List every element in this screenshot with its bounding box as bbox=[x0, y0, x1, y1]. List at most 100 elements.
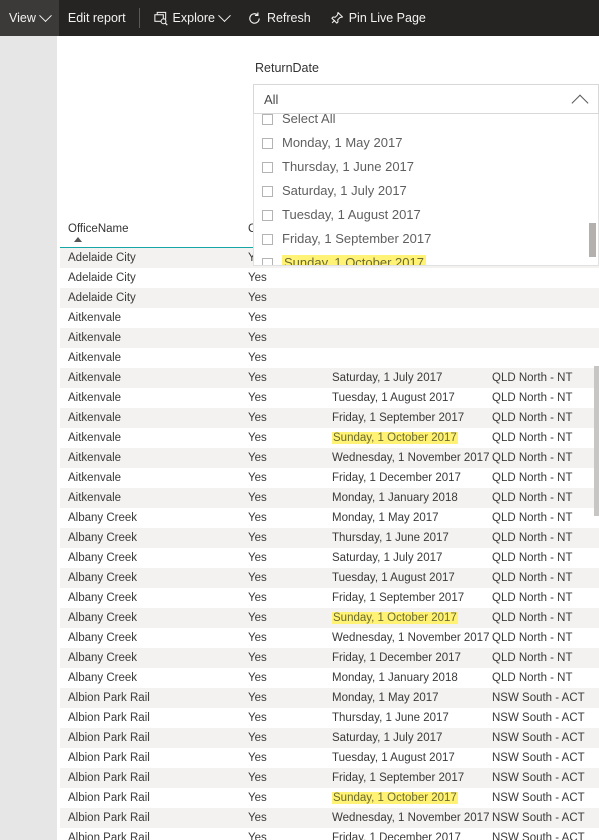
table-row[interactable]: Albany Creek Yes Sunday, 1 October 2017 QLD… bbox=[60, 608, 599, 628]
cell-returndate: Sunday, 1 October 2017 bbox=[332, 612, 458, 624]
cell-flag: Yes bbox=[248, 552, 267, 564]
cell-flag: Yes bbox=[248, 532, 267, 544]
top-toolbar: View Edit report Explore Refresh Pin Liv… bbox=[0, 0, 599, 36]
table-row[interactable]: Aitkenvale Yes Friday, 1 December 2017 QLD … bbox=[60, 468, 599, 488]
cell-returndate: Friday, 1 September 2017 bbox=[332, 412, 465, 424]
slicer-option[interactable]: Thursday, 1 June 2017 bbox=[254, 155, 598, 179]
cell-flag: Yes bbox=[248, 612, 267, 624]
cell-flag: Yes bbox=[248, 832, 267, 840]
cell-returndate: Saturday, 1 July 2017 bbox=[332, 372, 443, 384]
view-menu[interactable]: View bbox=[0, 0, 59, 36]
cell-region: NSW South - ACT bbox=[492, 732, 585, 744]
table-row[interactable]: Albion Park Rail Yes Thursday, 1 June 2017… bbox=[60, 708, 599, 728]
cell-officename: Aitkenvale bbox=[68, 472, 122, 484]
cell-region: NSW South - ACT bbox=[492, 772, 585, 784]
cell-officename: Albany Creek bbox=[68, 552, 138, 564]
cell-region: QLD North - NT bbox=[492, 672, 573, 684]
slicer-option-list: Select All Monday, 1 May 2017 Thursday, 1 … bbox=[253, 114, 599, 266]
slicer-option-label: Saturday, 1 July 2017 bbox=[282, 183, 407, 198]
checkbox-icon[interactable] bbox=[262, 137, 273, 149]
cell-region: QLD North - NT bbox=[492, 412, 573, 424]
cell-officename: Albion Park Rail bbox=[68, 772, 150, 784]
cell-returndate: Monday, 1 May 2017 bbox=[332, 512, 439, 524]
table-row[interactable]: Albion Park Rail Yes Saturday, 1 July 2017… bbox=[60, 728, 599, 748]
cell-region: NSW South - ACT bbox=[492, 832, 585, 840]
table-row[interactable]: Albion Park Rail Yes Wednesday, 1 November… bbox=[60, 808, 599, 828]
slicer-option[interactable]: Tuesday, 1 August 2017 bbox=[254, 203, 598, 227]
chevron-up-icon[interactable] bbox=[571, 94, 589, 112]
slicer-option[interactable]: Saturday, 1 July 2017 bbox=[254, 179, 598, 203]
slicer-option[interactable]: Sunday, 1 October 2017 bbox=[254, 251, 598, 265]
table-row[interactable]: Aitkenvale Yes bbox=[60, 308, 599, 328]
table-row[interactable]: Adelaide City Yes bbox=[60, 288, 599, 308]
slicer-option-label: Monday, 1 May 2017 bbox=[282, 135, 403, 150]
cell-returndate: Wednesday, 1 November 2017 bbox=[332, 452, 490, 464]
checkbox-icon[interactable] bbox=[262, 233, 273, 245]
refresh-button[interactable]: Refresh bbox=[238, 0, 320, 36]
table-row[interactable]: Albany Creek Yes Wednesday, 1 November 201… bbox=[60, 628, 599, 648]
cell-officename: Albion Park Rail bbox=[68, 752, 150, 764]
slicer-option[interactable]: Friday, 1 September 2017 bbox=[254, 227, 598, 251]
cell-region: QLD North - NT bbox=[492, 592, 573, 604]
cell-officename: Aitkenvale bbox=[68, 312, 122, 324]
cell-returndate: Wednesday, 1 November 2017 bbox=[332, 632, 490, 644]
table-row[interactable]: Aitkenvale Yes Monday, 1 January 2018 QLD N… bbox=[60, 488, 599, 508]
cell-officename: Aitkenvale bbox=[68, 352, 122, 364]
cell-returndate: Tuesday, 1 August 2017 bbox=[332, 752, 455, 764]
table-scrollbar-thumb[interactable] bbox=[594, 366, 599, 516]
cell-flag: Yes bbox=[248, 572, 267, 584]
cell-region: QLD North - NT bbox=[492, 432, 573, 444]
cell-officename: Albion Park Rail bbox=[68, 692, 150, 704]
cell-returndate: Monday, 1 May 2017 bbox=[332, 692, 439, 704]
table-row[interactable]: Aitkenvale Yes Friday, 1 September 2017 QLD… bbox=[60, 408, 599, 428]
slicer-dropdown-button[interactable]: All bbox=[253, 84, 599, 114]
cell-region: NSW South - ACT bbox=[492, 812, 585, 824]
table-row[interactable]: Albany Creek Yes Tuesday, 1 August 2017 QLD… bbox=[60, 568, 599, 588]
table-row[interactable]: Albany Creek Yes Friday, 1 December 2017 QL… bbox=[60, 648, 599, 668]
table-row[interactable]: Albany Creek Yes Friday, 1 September 2017 Q… bbox=[60, 588, 599, 608]
table-row[interactable]: Aitkenvale Yes bbox=[60, 348, 599, 368]
table-row[interactable]: Aitkenvale Yes Wednesday, 1 November 2017 Q… bbox=[60, 448, 599, 468]
table-row[interactable]: Albany Creek Yes Monday, 1 January 2018 QLD… bbox=[60, 668, 599, 688]
slicer-scrollbar[interactable] bbox=[589, 115, 597, 265]
cell-flag: Yes bbox=[248, 412, 267, 424]
table-row[interactable]: Adelaide City Yes bbox=[60, 268, 599, 288]
cell-region: QLD North - NT bbox=[492, 572, 573, 584]
checkbox-icon[interactable] bbox=[262, 185, 273, 197]
table-row[interactable]: Albion Park Rail Yes Sunday, 1 October 201… bbox=[60, 788, 599, 808]
checkbox-icon[interactable] bbox=[262, 257, 273, 265]
cell-returndate: Friday, 1 December 2017 bbox=[332, 472, 461, 484]
table-row[interactable]: Albany Creek Yes Monday, 1 May 2017 QLD Nor… bbox=[60, 508, 599, 528]
slicer-option[interactable]: Select All bbox=[254, 114, 598, 131]
table-row[interactable]: Aitkenvale Yes Sunday, 1 October 2017 QLD N… bbox=[60, 428, 599, 448]
table-row[interactable]: Albion Park Rail Yes Friday, 1 December 20… bbox=[60, 828, 599, 840]
cell-region: NSW South - ACT bbox=[492, 792, 585, 804]
table-row[interactable]: Albion Park Rail Yes Monday, 1 May 2017 NSW… bbox=[60, 688, 599, 708]
pin-live-page-label: Pin Live Page bbox=[348, 10, 426, 25]
table-row[interactable]: Albion Park Rail Yes Tuesday, 1 August 201… bbox=[60, 748, 599, 768]
slicer-option-label: Friday, 1 September 2017 bbox=[282, 231, 432, 246]
table-row[interactable]: Albion Park Rail Yes Friday, 1 September 2… bbox=[60, 768, 599, 788]
column-header-officename[interactable]: OfficeName bbox=[68, 222, 129, 236]
checkbox-icon[interactable] bbox=[262, 209, 273, 221]
cell-returndate: Thursday, 1 June 2017 bbox=[332, 712, 449, 724]
table-row[interactable]: Aitkenvale Yes bbox=[60, 328, 599, 348]
table-scrollbar[interactable] bbox=[594, 248, 599, 840]
edit-report-button[interactable]: Edit report bbox=[59, 0, 135, 36]
cell-flag: Yes bbox=[248, 352, 267, 364]
checkbox-icon[interactable] bbox=[262, 114, 273, 125]
cell-officename: Albany Creek bbox=[68, 612, 138, 624]
slicer-scrollbar-thumb[interactable] bbox=[589, 223, 596, 257]
cell-region: QLD North - NT bbox=[492, 472, 573, 484]
left-rail bbox=[0, 36, 57, 840]
table-row[interactable]: Albany Creek Yes Thursday, 1 June 2017 QLD … bbox=[60, 528, 599, 548]
table-row[interactable]: Aitkenvale Yes Tuesday, 1 August 2017 QLD N… bbox=[60, 388, 599, 408]
pin-live-page-button[interactable]: Pin Live Page bbox=[320, 0, 435, 36]
table-row[interactable]: Aitkenvale Yes Saturday, 1 July 2017 QLD No… bbox=[60, 368, 599, 388]
checkbox-icon[interactable] bbox=[262, 161, 273, 173]
explore-menu[interactable]: Explore bbox=[144, 0, 238, 36]
slicer-option[interactable]: Monday, 1 May 2017 bbox=[254, 131, 598, 155]
cell-officename: Aitkenvale bbox=[68, 392, 122, 404]
slicer-option-label: Select All bbox=[282, 114, 336, 126]
table-row[interactable]: Albany Creek Yes Saturday, 1 July 2017 QLD … bbox=[60, 548, 599, 568]
